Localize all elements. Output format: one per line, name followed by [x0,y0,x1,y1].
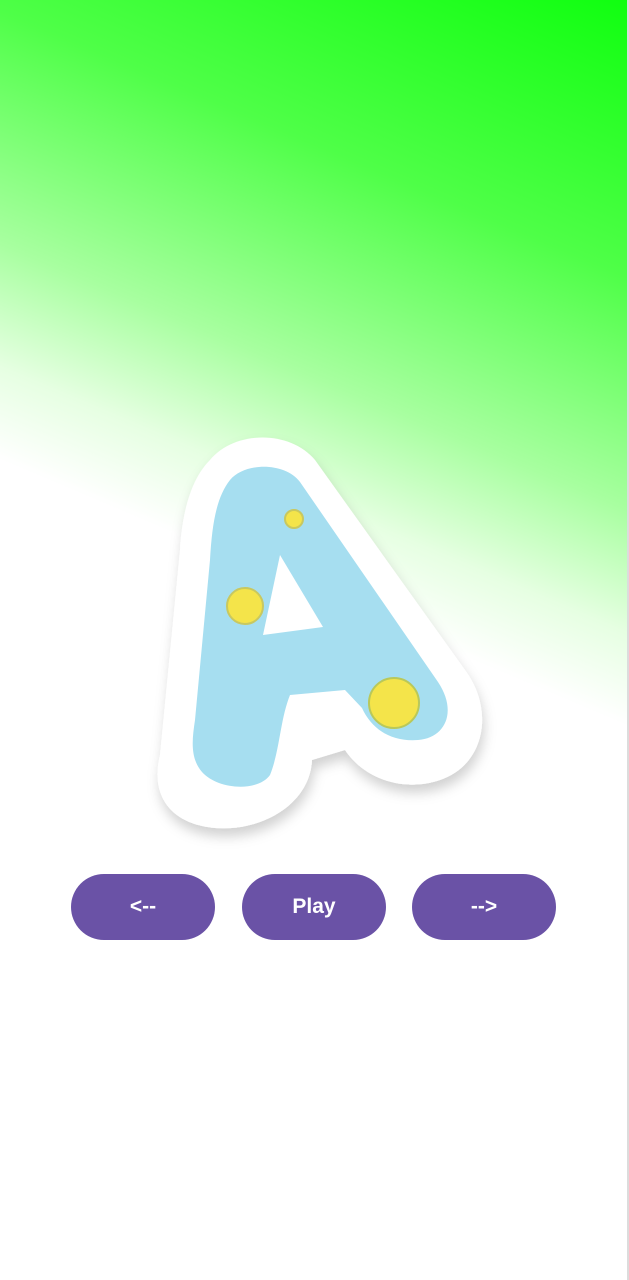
play-button[interactable]: Play [242,874,386,940]
letter-a-icon [157,437,483,829]
previous-button[interactable]: <-- [71,874,215,940]
dot-medium [226,587,264,625]
app-screen: <-- Play --> [0,0,629,1280]
dot-large [368,677,420,729]
next-button[interactable]: --> [412,874,556,940]
controls-row: <-- Play --> [0,874,629,940]
letter-a-image [140,420,500,850]
dot-small [284,509,304,529]
